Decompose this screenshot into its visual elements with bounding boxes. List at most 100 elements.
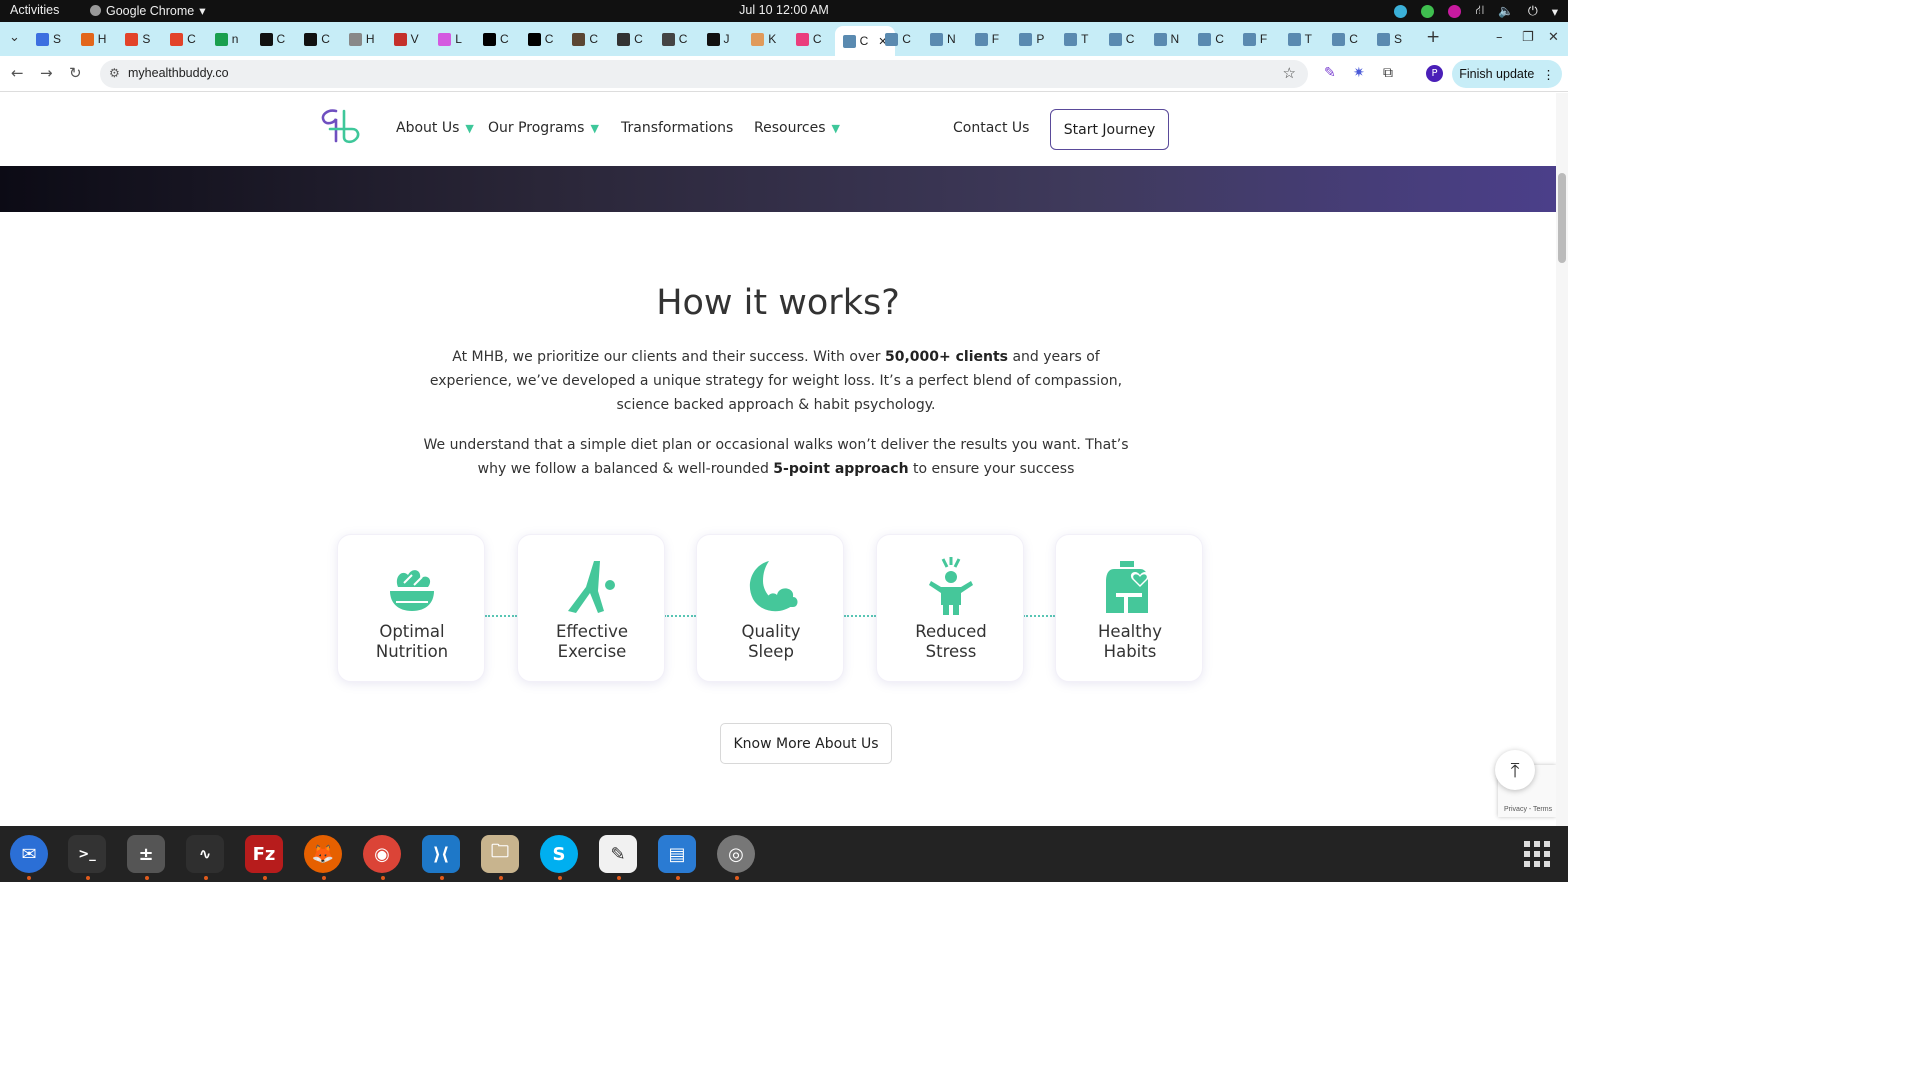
nav-our-programs[interactable]: Our Programs ▼ [488, 120, 599, 136]
nav-contact-us[interactable]: Contact Us [953, 120, 1029, 136]
puzzle-extensions-icon[interactable]: ⧉ [1383, 65, 1393, 81]
address-bar[interactable]: ⚙ myhealthbuddy.co ☆ [100, 60, 1308, 88]
terminal-icon[interactable]: >_ [68, 835, 106, 873]
browser-tab[interactable]: V [393, 28, 419, 50]
minimize-icon[interactable]: – [1496, 30, 1503, 45]
browser-tab[interactable]: C [1108, 28, 1134, 50]
nav-about-label: About Us [396, 120, 460, 136]
new-tab-button[interactable]: + [1426, 27, 1440, 47]
browser-tab[interactable]: P [1019, 28, 1044, 50]
browser-tab[interactable]: J [706, 28, 730, 50]
tab-favicon-icon [885, 32, 899, 46]
thunderbird-icon[interactable]: ✉ [10, 835, 48, 873]
nav-about-us[interactable]: About Us ▼ [396, 120, 474, 136]
scroll-to-top-button[interactable]: ⤒ [1495, 750, 1535, 790]
skype-icon[interactable]: S [540, 835, 578, 873]
back-icon[interactable]: ← [11, 64, 24, 82]
volume-icon[interactable]: 🔈 [1498, 4, 1514, 19]
nav-transformations[interactable]: Transformations [621, 120, 733, 136]
browser-tab[interactable]: C [572, 28, 598, 50]
files-icon[interactable]: 🗀 [481, 835, 519, 873]
browser-tab[interactable]: C [527, 28, 553, 50]
reload-icon[interactable]: ↻ [69, 64, 82, 82]
disk-utility-icon[interactable]: ◎ [717, 835, 755, 873]
sync-icon[interactable] [1394, 4, 1408, 18]
bookmark-star-icon[interactable]: ☆ [1283, 64, 1296, 82]
close-window-icon[interactable]: ✕ [1548, 30, 1559, 45]
browser-tab[interactable]: C [1332, 28, 1358, 50]
browser-tab[interactable]: N [930, 28, 956, 50]
clock[interactable]: Jul 10 12:00 AM [0, 3, 1568, 17]
browser-tab[interactable]: C [170, 28, 196, 50]
pen-extension-icon[interactable]: ✎ [1324, 65, 1336, 81]
scrollbar-thumb[interactable] [1558, 173, 1566, 263]
browser-tab[interactable]: S [1377, 28, 1402, 50]
browser-tab[interactable]: C [259, 28, 285, 50]
power-icon[interactable]: ⏻ [1528, 4, 1538, 19]
tab-title: S [53, 32, 62, 46]
sparkle-extension-icon[interactable]: ✷ [1353, 65, 1365, 81]
browser-tab[interactable]: S [125, 28, 150, 50]
browser-tab[interactable]: n [214, 28, 238, 50]
browser-tab[interactable]: H [348, 28, 375, 50]
check-icon[interactable] [1421, 4, 1435, 18]
pillar-card-sleep[interactable]: Quality Sleep [696, 534, 844, 682]
nav-resources[interactable]: Resources ▼ [754, 120, 840, 136]
running-indicator [204, 876, 208, 880]
start-journey-button[interactable]: Start Journey [1050, 109, 1169, 150]
text-editor-icon[interactable]: ✎ [599, 835, 637, 873]
profile-avatar[interactable]: P [1426, 65, 1443, 82]
running-indicator [145, 876, 149, 880]
finish-update-button[interactable]: Finish update ⋮ [1452, 60, 1562, 88]
browser-tab[interactable]: N [1153, 28, 1179, 50]
browser-tab[interactable]: T [1287, 28, 1312, 50]
pillar-card-stress[interactable]: Reduced Stress [876, 534, 1024, 682]
browser-tab[interactable]: C [304, 28, 330, 50]
how-it-works-intro: At MHB, we prioritize our clients and th… [418, 345, 1134, 417]
tab-favicon-icon [214, 32, 228, 46]
browser-tab[interactable]: C [617, 28, 643, 50]
calculator-icon[interactable]: ± [127, 835, 165, 873]
pillar-card-exercise[interactable]: Effective Exercise [517, 534, 665, 682]
page-scrollbar[interactable] [1556, 93, 1568, 826]
tab-title: J [723, 32, 730, 46]
browser-tab[interactable]: C [795, 28, 822, 50]
browser-tab[interactable]: K [751, 28, 776, 50]
system-tray[interactable]: ⛙ 🔈 ⏻ ▾ [1394, 3, 1558, 19]
site-info-icon[interactable]: ⚙ [109, 66, 120, 80]
show-apps-grid-icon[interactable] [1524, 841, 1550, 867]
browser-tab[interactable]: C [661, 28, 687, 50]
browser-tab[interactable]: F [1242, 28, 1267, 50]
chrome-dock-icon[interactable]: ◉ [363, 835, 401, 873]
pillar-card-habits[interactable]: Healthy Habits [1055, 534, 1203, 682]
vscode-icon[interactable]: ⟩⟨ [422, 835, 460, 873]
system-monitor-icon[interactable]: ∿ [186, 835, 224, 873]
browser-tab[interactable]: S [36, 28, 61, 50]
document-viewer-icon[interactable]: ▤ [658, 835, 696, 873]
browser-tab[interactable]: C [885, 28, 911, 50]
browser-tab[interactable]: T [1064, 28, 1088, 50]
url-text[interactable]: myhealthbuddy.co [128, 66, 229, 80]
mhb-logo-icon[interactable] [318, 107, 362, 145]
tab-search-button[interactable]: ⌄ [9, 30, 20, 45]
browser-tab[interactable]: C [483, 28, 509, 50]
browser-tab[interactable]: C [1198, 28, 1224, 50]
forward-icon[interactable]: → [40, 64, 53, 82]
browser-tab[interactable]: H [80, 28, 106, 50]
browser-tab[interactable]: L [438, 28, 462, 50]
filezilla-icon[interactable]: Fz [245, 835, 283, 873]
tab-title: H [365, 32, 375, 46]
approach-highlight: 5-point approach [773, 461, 909, 477]
kettlebell-heart-icon [1106, 561, 1150, 613]
recaptcha-text[interactable]: Privacy - Terms [1504, 806, 1552, 813]
pillar-card-nutrition[interactable]: Optimal Nutrition [337, 534, 485, 682]
extension-tray-icon[interactable] [1448, 4, 1462, 18]
browser-tab[interactable]: F [974, 28, 999, 50]
firefox-icon[interactable]: 🦊 [304, 835, 342, 873]
maximize-icon[interactable]: ❐ [1522, 30, 1534, 45]
network-icon[interactable]: ⛙ [1475, 3, 1484, 19]
running-indicator [86, 876, 90, 880]
tab-title: C [634, 32, 643, 46]
chevron-down-icon[interactable]: ▾ [1552, 4, 1558, 19]
know-more-button[interactable]: Know More About Us [720, 723, 892, 764]
